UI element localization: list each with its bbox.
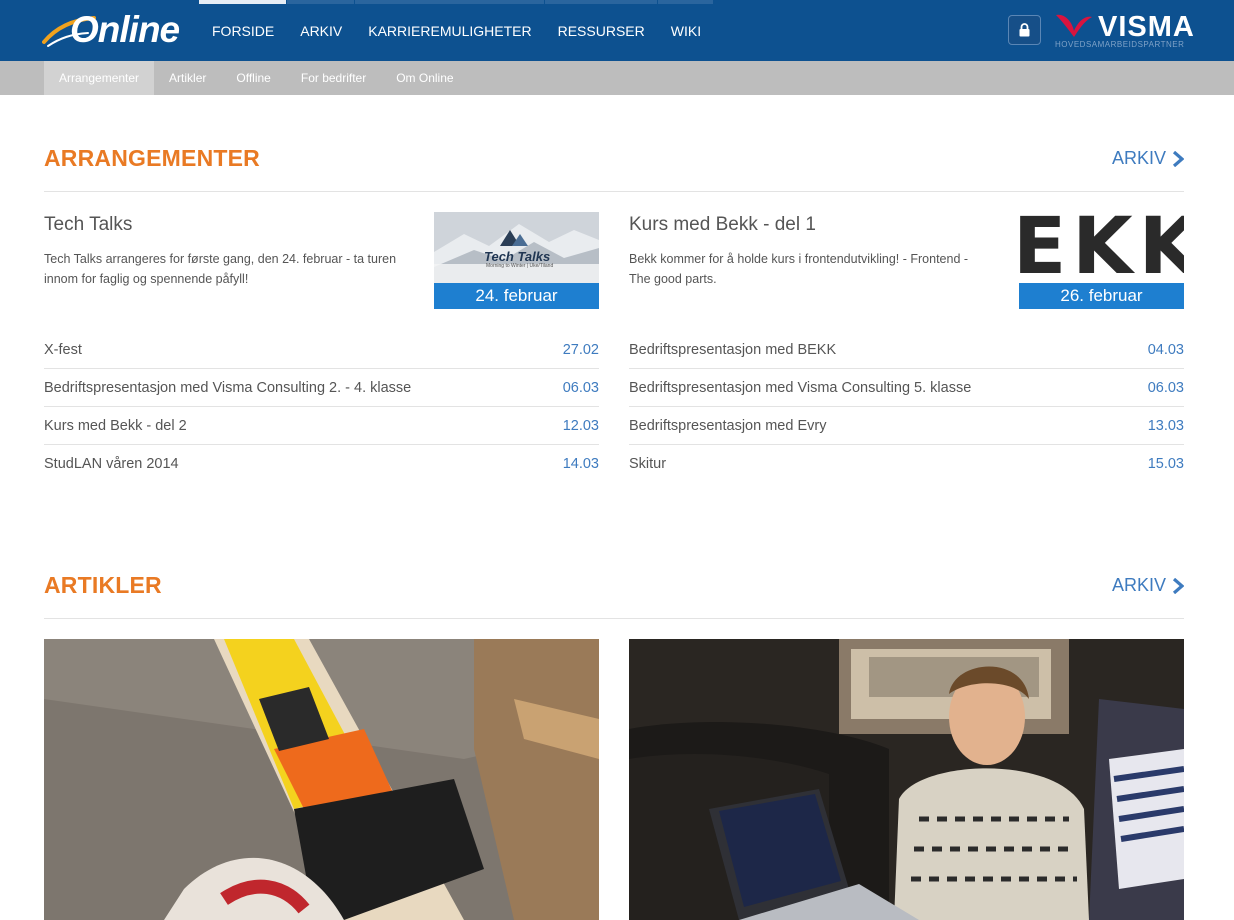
login-button[interactable] [1008, 15, 1041, 45]
partner-subtitle: HOVEDSAMARBEIDSPARTNER [1055, 40, 1185, 49]
chevron-right-icon [1172, 150, 1185, 167]
events-section-title: ARRANGEMENTER [44, 145, 260, 171]
event-row[interactable]: Kurs med Bekk - del 2 12.03 [44, 407, 599, 445]
nav-wiki[interactable]: WIKI [657, 0, 714, 61]
featured-event-image[interactable]: EKK 26. februar [1019, 212, 1184, 309]
event-date: 15.03 [1147, 456, 1184, 472]
featured-event-date: 26. februar [1019, 283, 1184, 309]
featured-event-description: Tech Talks arrangeres for første gang, d… [44, 252, 397, 286]
sub-navbar: Arrangementer Artikler Offline For bedri… [0, 61, 1234, 95]
nav-ressurser[interactable]: RESSURSER [544, 0, 658, 61]
event-list-left: X-fest 27.02 Bedriftspresentasjon med Vi… [44, 331, 599, 483]
event-row[interactable]: Skitur 15.03 [629, 445, 1184, 483]
event-row[interactable]: X-fest 27.02 [44, 331, 599, 369]
subnav-offline[interactable]: Offline [221, 61, 285, 95]
articles-archive-label: ARKIV [1112, 575, 1167, 595]
thumb-bekk-letters: EKK [1019, 212, 1184, 292]
event-name: Kurs med Bekk - del 2 [44, 417, 187, 434]
nav-karrieremuligheter[interactable]: KARRIEREMULIGHETER [355, 0, 544, 61]
logo-text: Online [70, 9, 180, 50]
featured-event-description: Bekk kommer for å holde kurs i frontendu… [629, 252, 969, 286]
event-date: 06.03 [562, 379, 599, 396]
article-image-person[interactable] [629, 639, 1184, 920]
event-name: StudLAN våren 2014 [44, 456, 179, 472]
section-divider [44, 618, 1184, 619]
event-name: Bedriftspresentasjon med BEKK [629, 341, 837, 358]
nav-arkiv[interactable]: ARKIV [287, 0, 355, 61]
subnav-artikler[interactable]: Artikler [154, 61, 221, 95]
featured-event-title[interactable]: Kurs med Bekk - del 1 [629, 214, 816, 236]
event-row[interactable]: Bedriftspresentasjon med BEKK 04.03 [629, 331, 1184, 369]
thumb-title: Tech Talks [484, 249, 551, 264]
event-row[interactable]: Bedriftspresentasjon med Evry 13.03 [629, 407, 1184, 445]
event-date: 04.03 [1147, 341, 1184, 358]
event-name: Skitur [629, 456, 667, 472]
event-name: Bedriftspresentasjon med Evry [629, 417, 827, 434]
event-row[interactable]: Bedriftspresentasjon med Visma Consultin… [629, 369, 1184, 407]
section-divider [44, 191, 1184, 192]
article-image-skis[interactable] [44, 639, 599, 920]
event-name: Bedriftspresentasjon med Visma Consultin… [44, 379, 412, 396]
event-date: 12.03 [562, 417, 599, 434]
lock-icon [1019, 23, 1030, 37]
event-list-right: Bedriftspresentasjon med BEKK 04.03 Bedr… [629, 331, 1184, 483]
events-archive-link[interactable]: ARKIV [1112, 148, 1185, 169]
thumb-tagline: Morning to Winter | Uke/Tiland [486, 263, 554, 269]
event-row[interactable]: StudLAN våren 2014 14.03 [44, 445, 599, 483]
subnav-om-online[interactable]: Om Online [381, 61, 468, 95]
event-name: Bedriftspresentasjon med Visma Consultin… [629, 379, 972, 396]
event-name: X-fest [44, 341, 82, 358]
event-row[interactable]: Bedriftspresentasjon med Visma Consultin… [44, 369, 599, 407]
top-navbar: Online FORSIDE ARKIV KARRIEREMULIGHETER … [0, 0, 1234, 61]
chevron-right-icon [1172, 577, 1185, 594]
featured-event-date: 24. februar [434, 283, 599, 309]
person-laptop-photo-icon [629, 639, 1184, 920]
nav-forside[interactable]: FORSIDE [199, 0, 287, 61]
subnav-for-bedrifter[interactable]: For bedrifter [286, 61, 381, 95]
visma-mark-icon [1056, 14, 1092, 37]
online-logo[interactable]: Online [42, 8, 187, 50]
event-date: 13.03 [1147, 417, 1184, 434]
event-date: 06.03 [1147, 379, 1184, 396]
ski-photo-icon [44, 639, 599, 920]
main-nav: FORSIDE ARKIV KARRIEREMULIGHETER RESSURS… [199, 0, 714, 61]
event-date: 14.03 [562, 456, 599, 472]
featured-event-image[interactable]: Tech Talks Morning to Winter | Uke/Tilan… [434, 212, 599, 309]
sub-nav: Arrangementer Artikler Offline For bedri… [44, 61, 469, 95]
articles-section-title: ARTIKLER [44, 572, 162, 598]
featured-event-title[interactable]: Tech Talks [44, 214, 132, 236]
partner-logo[interactable]: VISMA HOVEDSAMARBEIDSPARTNER [1054, 11, 1194, 55]
event-date: 27.02 [562, 341, 599, 358]
articles-archive-link[interactable]: ARKIV [1112, 575, 1185, 596]
events-archive-label: ARKIV [1112, 148, 1167, 168]
subnav-arrangementer[interactable]: Arrangementer [44, 61, 155, 95]
